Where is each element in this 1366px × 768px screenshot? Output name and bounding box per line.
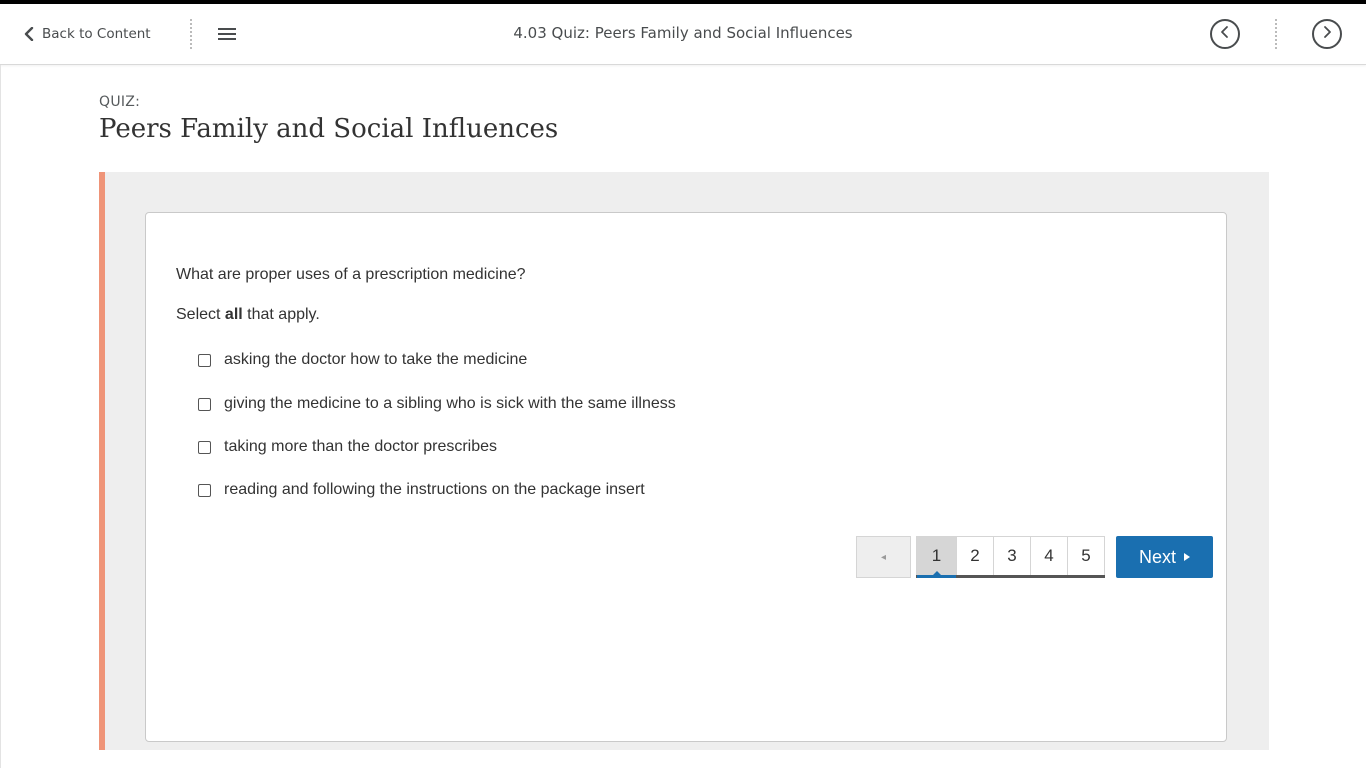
navbar: Back to Content 4.03 Quiz: Peers Family …: [0, 4, 1366, 65]
previous-page-button[interactable]: ◂: [856, 536, 911, 578]
page-button-5[interactable]: 5: [1067, 536, 1105, 575]
answer-option[interactable]: giving the medicine to a sibling who is …: [198, 393, 676, 415]
next-button[interactable]: Next: [1116, 536, 1213, 578]
answer-option[interactable]: reading and following the instructions o…: [198, 479, 645, 501]
next-button-label: Next: [1138, 546, 1176, 567]
circle-chevron-left-icon: [1219, 25, 1231, 44]
answer-label: taking more than the doctor prescribes: [224, 438, 498, 455]
play-triangle-icon: [1184, 553, 1190, 561]
quiz-panel: What are proper uses of a prescription m…: [99, 172, 1269, 750]
next-topic-button[interactable]: [1312, 19, 1342, 49]
question-instruction: Select all that apply.: [176, 306, 320, 324]
answer-checkbox[interactable]: [198, 397, 211, 411]
hamburger-menu-icon[interactable]: [216, 24, 238, 44]
page-button-1[interactable]: 1: [916, 536, 957, 578]
answer-label: asking the doctor how to take the medici…: [224, 351, 528, 368]
circle-chevron-right-icon: [1321, 25, 1333, 44]
answer-checkbox[interactable]: [198, 353, 211, 367]
answer-option[interactable]: taking more than the doctor prescribes: [198, 436, 497, 458]
instruction-suffix: that apply.: [242, 306, 320, 323]
instruction-prefix: Select: [176, 306, 225, 323]
back-link-label: Back to Content: [42, 26, 151, 42]
page-selector: 1 2 3 4 5: [916, 536, 1105, 578]
quiz-label: QUIZ:: [99, 94, 141, 110]
answer-checkbox[interactable]: [198, 483, 211, 497]
instruction-bold: all: [224, 306, 243, 323]
accent-bar: [99, 172, 105, 750]
prev-topic-button[interactable]: [1210, 19, 1240, 49]
back-to-content-link[interactable]: Back to Content: [24, 22, 151, 46]
vertical-divider-right: [1274, 19, 1278, 49]
answer-option[interactable]: asking the doctor how to take the medici…: [198, 349, 527, 371]
page-button-2[interactable]: 2: [956, 536, 994, 575]
chevron-left-icon: [24, 27, 34, 41]
vertical-divider: [189, 19, 193, 49]
answer-label: giving the medicine to a sibling who is …: [224, 395, 676, 412]
page-button-3[interactable]: 3: [993, 536, 1031, 575]
left-edge-line: [0, 65, 1, 768]
question-text: What are proper uses of a prescription m…: [176, 266, 526, 283]
nav-title: 4.03 Quiz: Peers Family and Social Influ…: [513, 24, 853, 42]
page-button-4[interactable]: 4: [1030, 536, 1068, 575]
answer-label: reading and following the instructions o…: [224, 481, 645, 498]
question-card: What are proper uses of a prescription m…: [145, 212, 1227, 742]
page-title: Peers Family and Social Influences: [99, 114, 559, 144]
answer-checkbox[interactable]: [198, 440, 211, 454]
